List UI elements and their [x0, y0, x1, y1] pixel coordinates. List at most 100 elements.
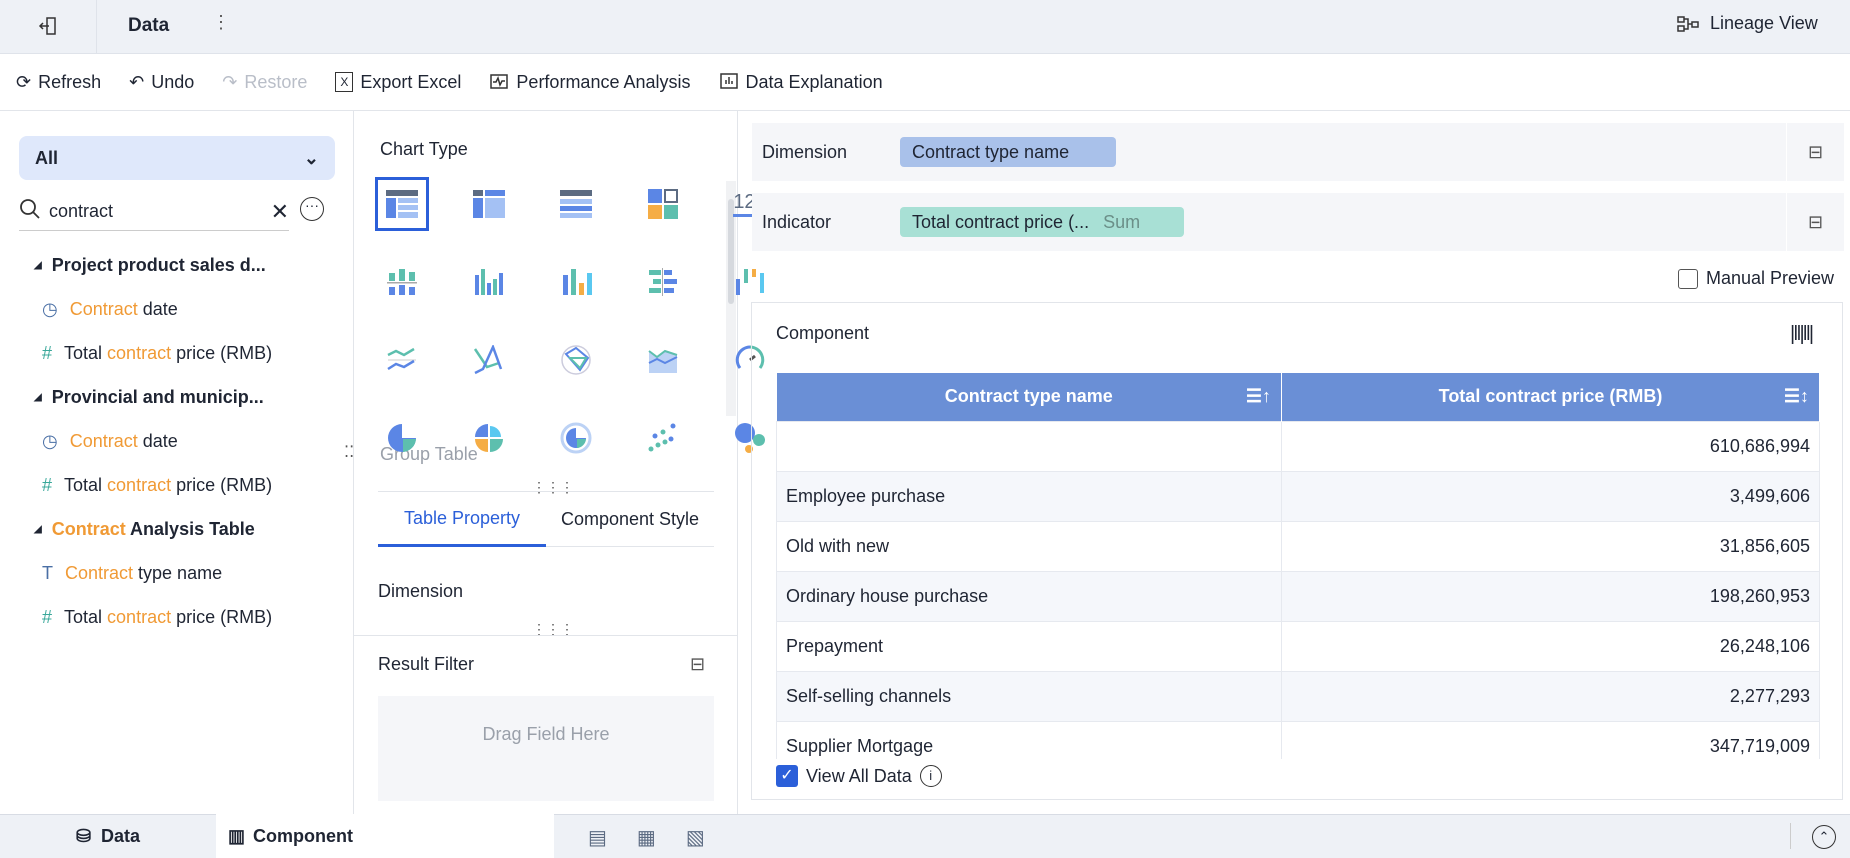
- table-row[interactable]: Self-selling channels 2,277,293: [776, 670, 1820, 722]
- chart-type-cross-table[interactable]: [465, 180, 513, 228]
- group-title: Contract Analysis Table: [52, 519, 255, 540]
- clock-icon: ◷: [42, 298, 58, 319]
- clear-icon[interactable]: ✕: [271, 199, 289, 225]
- chart-type-donut[interactable]: [552, 414, 600, 462]
- indicator-field-name: Total contract price (...: [912, 212, 1090, 232]
- column-header[interactable]: Contract type name ☰↑: [776, 373, 1282, 421]
- chart-type-group-table[interactable]: [375, 177, 429, 231]
- cell-price: 31,856,605: [1281, 520, 1820, 572]
- chart-type-grid: 123: [375, 177, 774, 462]
- sort-asc-icon[interactable]: ☰↑: [1246, 386, 1271, 407]
- table-filter-select[interactable]: All ⌄: [19, 136, 335, 180]
- refresh-button[interactable]: ⟳ Refresh: [16, 72, 101, 93]
- add-report-icon[interactable]: ▧: [686, 825, 705, 850]
- result-filter-label: Result Filter: [378, 654, 475, 674]
- tab-component-style[interactable]: Component Style: [546, 493, 714, 547]
- component-title: Component: [776, 323, 870, 343]
- chart-type-horizontal-bar[interactable]: [639, 258, 687, 306]
- field-total-contract-price[interactable]: # Total contract price (RMB): [0, 595, 354, 639]
- performance-analysis-button[interactable]: Performance Analysis: [489, 72, 691, 93]
- field-total-contract-price[interactable]: # Total contract price (RMB): [0, 463, 354, 507]
- chart-type-line[interactable]: [378, 336, 426, 384]
- header-label: Total contract price (RMB): [1438, 386, 1663, 407]
- cell-type: Ordinary house purchase: [776, 570, 1282, 622]
- field-label: Total contract price (RMB): [64, 343, 272, 364]
- exit-icon[interactable]: [36, 14, 60, 38]
- field-contract-date[interactable]: ◷ Contract date: [0, 287, 354, 331]
- indicator-field-chip[interactable]: Total contract price (... Sum: [900, 207, 1184, 237]
- table-row[interactable]: 610,686,994: [776, 420, 1820, 472]
- data-explanation-button[interactable]: Data Explanation: [719, 72, 883, 93]
- chart-type-radar[interactable]: [552, 336, 600, 384]
- rest: type name: [133, 562, 223, 583]
- undo-button[interactable]: ↶ Undo: [129, 72, 194, 93]
- tree-group-project-sales[interactable]: ◢ Project product sales d...: [0, 243, 354, 287]
- dimension-field-chip[interactable]: Contract type name: [900, 137, 1116, 167]
- chart-type-area[interactable]: [639, 336, 687, 384]
- refresh-icon: ⟳: [16, 71, 32, 92]
- field-contract-date[interactable]: ◷ Contract date: [0, 419, 354, 463]
- view-all-data-checkbox[interactable]: ✓ View All Data i: [776, 765, 942, 787]
- manual-preview-checkbox[interactable]: Manual Preview: [1678, 268, 1834, 289]
- performance-icon: [489, 72, 509, 92]
- chart-type-bar[interactable]: [552, 258, 600, 306]
- tree-group-contract-analysis[interactable]: ◢ Contract Analysis Table: [0, 507, 354, 551]
- resize-handle[interactable]: ⁚⁚: [344, 445, 354, 461]
- tab-data[interactable]: ⛁ Data: [0, 815, 216, 858]
- page-title: Data: [128, 15, 170, 36]
- more-options-icon[interactable]: ···: [300, 197, 324, 221]
- explanation-label: Data Explanation: [745, 71, 883, 92]
- cell-price: 26,248,106: [1281, 620, 1820, 672]
- chart-type-kpi[interactable]: [639, 180, 687, 228]
- field-contract-type-name[interactable]: T Contract type name: [0, 551, 354, 595]
- tree-group-provincial[interactable]: ◢ Provincial and municip...: [0, 375, 354, 419]
- toolbox-icon[interactable]: ⊟: [690, 654, 705, 675]
- match: contract: [107, 474, 172, 495]
- chart-type-polyline[interactable]: [465, 336, 513, 384]
- more-icon[interactable]: ⋮: [212, 12, 230, 33]
- field-total-contract-price[interactable]: # Total contract price (RMB): [0, 331, 354, 375]
- table-row[interactable]: Employee purchase 3,499,606: [776, 470, 1820, 522]
- table-row[interactable]: Supplier Mortgage 347,719,009: [776, 720, 1820, 759]
- chart-type-rose[interactable]: [465, 414, 513, 462]
- chart-type-heading: Chart Type: [380, 139, 468, 159]
- tab-component[interactable]: ▥ Component: [216, 814, 554, 858]
- collapse-up-icon[interactable]: ⌃: [1812, 825, 1836, 849]
- rest: price (RMB): [171, 474, 273, 495]
- toolbox-icon[interactable]: ⊟: [1786, 123, 1844, 181]
- rest: date: [137, 430, 178, 451]
- chart-type-scatter[interactable]: [639, 414, 687, 462]
- search-input[interactable]: contract ✕: [19, 193, 289, 231]
- add-dashboard-icon[interactable]: ▦: [637, 825, 656, 850]
- match: Contract: [51, 518, 126, 539]
- cell-price: 3,499,606: [1281, 470, 1820, 522]
- cell-type: Prepayment: [776, 620, 1282, 672]
- sort-icon[interactable]: ☰↕: [1784, 386, 1809, 407]
- column-header[interactable]: Total contract price (RMB) ☰↕: [1281, 373, 1820, 421]
- table-row[interactable]: Ordinary house purchase 198,260,953: [776, 570, 1820, 622]
- table-row[interactable]: Old with new 31,856,605: [776, 520, 1820, 572]
- bottom-bar: ⛁ Data ▥ Component ▤ ▦ ▧ ⌃: [0, 814, 1850, 858]
- chart-type-pie[interactable]: [378, 414, 426, 462]
- toolbar: ⟳ Refresh ↶ Undo ↷ Restore X Export Excel Pe…: [0, 54, 1850, 111]
- export-excel-button[interactable]: X Export Excel: [335, 72, 461, 93]
- excel-icon: X: [335, 72, 354, 92]
- add-component-icon[interactable]: ▤: [588, 825, 607, 850]
- chart-type-stacked-bar[interactable]: [378, 258, 426, 306]
- barcode-icon[interactable]: |‖|‖|: [1790, 323, 1814, 346]
- match: contract: [107, 342, 172, 363]
- info-icon[interactable]: i: [919, 765, 942, 787]
- chart-icon: ▥: [228, 825, 246, 846]
- chart-type-detail-table[interactable]: [552, 180, 600, 228]
- table-row[interactable]: Prepayment 26,248,106: [776, 620, 1820, 672]
- number-icon: #: [42, 342, 53, 363]
- toolbox-icon[interactable]: ⊟: [1786, 193, 1844, 251]
- field-label: Contract date: [70, 299, 178, 320]
- tab-table-property[interactable]: Table Property: [378, 493, 546, 547]
- checkbox[interactable]: [1678, 268, 1698, 289]
- result-filter-dropzone[interactable]: Drag Field Here: [378, 696, 714, 801]
- chart-type-grouped-bar[interactable]: [465, 258, 513, 306]
- lineage-view-button[interactable]: Lineage View: [1676, 13, 1818, 34]
- check-icon[interactable]: ✓: [776, 765, 798, 787]
- restore-button[interactable]: ↷ Restore: [222, 72, 307, 93]
